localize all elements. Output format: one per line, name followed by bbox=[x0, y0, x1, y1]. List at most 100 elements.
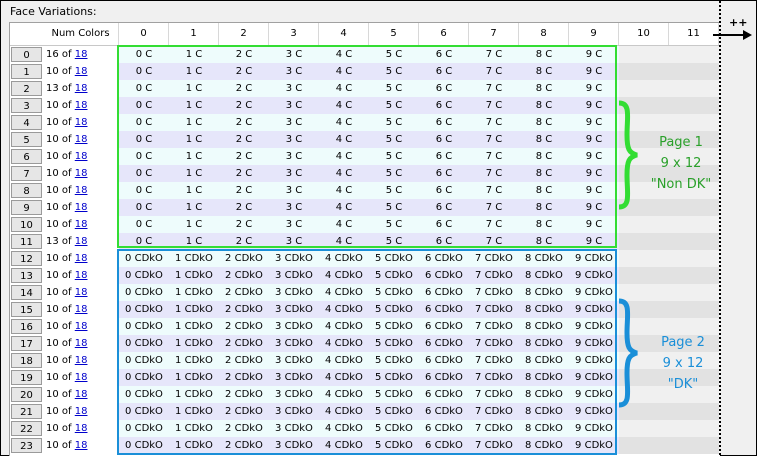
variation-cell[interactable]: 1 CDkO bbox=[169, 403, 219, 420]
variation-cell[interactable]: 4 CDkO bbox=[319, 301, 369, 318]
variation-cell[interactable]: 3 C bbox=[269, 46, 319, 63]
variation-cell[interactable]: 6 CDkO bbox=[419, 301, 469, 318]
row-header[interactable]: 9 bbox=[11, 200, 42, 215]
variation-cell[interactable]: 2 CDkO bbox=[219, 267, 269, 284]
variation-cell[interactable]: 9 CDkO bbox=[569, 250, 619, 267]
variation-cell[interactable]: 0 CDkO bbox=[119, 267, 169, 284]
column-header-5[interactable]: 5 bbox=[369, 23, 419, 45]
variation-cell[interactable]: 9 C bbox=[569, 80, 619, 97]
variation-cell[interactable]: 3 C bbox=[269, 63, 319, 80]
variation-cell[interactable]: 8 CDkO bbox=[519, 420, 569, 437]
variation-cell[interactable]: 8 C bbox=[519, 148, 569, 165]
variation-cell[interactable]: 1 CDkO bbox=[169, 386, 219, 403]
variation-cell[interactable]: 3 CDkO bbox=[269, 369, 319, 386]
variation-cell[interactable]: 9 C bbox=[569, 165, 619, 182]
variation-cell[interactable]: 8 C bbox=[519, 114, 569, 131]
variation-cell[interactable]: 7 C bbox=[469, 114, 519, 131]
variation-cell[interactable]: 2 C bbox=[219, 63, 269, 80]
variation-cell[interactable]: 6 C bbox=[419, 80, 469, 97]
empty-cell[interactable] bbox=[669, 267, 719, 284]
empty-cell[interactable] bbox=[669, 63, 719, 80]
variation-cell[interactable]: 1 CDkO bbox=[169, 284, 219, 301]
variation-cell[interactable]: 7 CDkO bbox=[469, 284, 519, 301]
variation-cell[interactable]: 4 C bbox=[319, 216, 369, 233]
variation-cell[interactable]: 9 CDkO bbox=[569, 301, 619, 318]
row-header[interactable]: 19 bbox=[11, 370, 42, 385]
variation-cell[interactable]: 5 CDkO bbox=[369, 403, 419, 420]
variation-cell[interactable]: 7 C bbox=[469, 63, 519, 80]
variation-cell[interactable]: 9 C bbox=[569, 97, 619, 114]
variation-cell[interactable]: 8 C bbox=[519, 233, 569, 250]
variation-cell[interactable]: 1 CDkO bbox=[169, 301, 219, 318]
variation-cell[interactable]: 5 CDkO bbox=[369, 250, 419, 267]
column-header-9[interactable]: 9 bbox=[569, 23, 619, 45]
variation-cell[interactable]: 2 C bbox=[219, 182, 269, 199]
variation-cell[interactable]: 9 C bbox=[569, 216, 619, 233]
variation-cell[interactable]: 1 C bbox=[169, 114, 219, 131]
row-header[interactable]: 3 bbox=[11, 98, 42, 113]
empty-cell[interactable] bbox=[669, 437, 719, 454]
variation-cell[interactable]: 4 CDkO bbox=[319, 420, 369, 437]
variation-cell[interactable]: 0 CDkO bbox=[119, 352, 169, 369]
variation-cell[interactable]: 8 CDkO bbox=[519, 386, 569, 403]
table-row[interactable]: 7 10 of 18 0 C1 C2 C3 C4 C5 C6 C7 C8 C9 C bbox=[10, 165, 720, 182]
variation-cell[interactable]: 0 C bbox=[119, 182, 169, 199]
variation-cell[interactable]: 1 C bbox=[169, 97, 219, 114]
variation-cell[interactable]: 7 C bbox=[469, 182, 519, 199]
row-header[interactable]: 17 bbox=[11, 336, 42, 351]
variation-cell[interactable]: 2 C bbox=[219, 131, 269, 148]
row-header[interactable]: 4 bbox=[11, 115, 42, 130]
empty-cell[interactable] bbox=[669, 199, 719, 216]
variation-cell[interactable]: 4 C bbox=[319, 233, 369, 250]
variation-cell[interactable]: 4 CDkO bbox=[319, 403, 369, 420]
column-header-8[interactable]: 8 bbox=[519, 23, 569, 45]
empty-cell[interactable] bbox=[669, 216, 719, 233]
variation-cell[interactable]: 3 CDkO bbox=[269, 420, 319, 437]
variation-cell[interactable]: 7 CDkO bbox=[469, 352, 519, 369]
total-colors-link[interactable]: 18 bbox=[75, 440, 88, 451]
variation-cell[interactable]: 9 CDkO bbox=[569, 386, 619, 403]
variation-cell[interactable]: 6 CDkO bbox=[419, 284, 469, 301]
empty-cell[interactable] bbox=[619, 80, 669, 97]
variation-cell[interactable]: 8 CDkO bbox=[519, 352, 569, 369]
total-colors-link[interactable]: 18 bbox=[75, 253, 88, 264]
variation-cell[interactable]: 9 C bbox=[569, 114, 619, 131]
variation-cell[interactable]: 8 C bbox=[519, 63, 569, 80]
empty-cell[interactable] bbox=[619, 420, 669, 437]
table-row[interactable]: 19 10 of 18 0 CDkO 1 CDkO 2 CDkO 3 CDkO 4 CDkO… bbox=[10, 369, 720, 386]
variation-cell[interactable]: 5 CDkO bbox=[369, 369, 419, 386]
variation-cell[interactable]: 4 C bbox=[319, 114, 369, 131]
variation-cell[interactable]: 9 CDkO bbox=[569, 267, 619, 284]
variation-cell[interactable]: 9 CDkO bbox=[569, 437, 619, 454]
column-header-2[interactable]: 2 bbox=[219, 23, 269, 45]
variation-cell[interactable]: 4 C bbox=[319, 148, 369, 165]
table-row[interactable]: 20 10 of 18 0 CDkO 1 CDkO 2 CDkO 3 CDkO 4 CDkO… bbox=[10, 386, 720, 403]
variation-cell[interactable]: 8 CDkO bbox=[519, 250, 569, 267]
table-row[interactable]: 3 10 of 18 0 C1 C2 C3 C4 C5 C6 C7 C8 C9 C bbox=[10, 97, 720, 114]
empty-cell[interactable] bbox=[619, 216, 669, 233]
variation-cell[interactable]: 0 CDkO bbox=[119, 250, 169, 267]
variation-cell[interactable]: 7 C bbox=[469, 216, 519, 233]
variation-cell[interactable]: 8 CDkO bbox=[519, 318, 569, 335]
variation-cell[interactable]: 2 CDkO bbox=[219, 284, 269, 301]
variation-cell[interactable]: 7 C bbox=[469, 131, 519, 148]
row-header[interactable]: 6 bbox=[11, 149, 42, 164]
variation-cell[interactable]: 7 CDkO bbox=[469, 369, 519, 386]
variation-cell[interactable]: 3 C bbox=[269, 233, 319, 250]
empty-cell[interactable] bbox=[669, 46, 719, 63]
variation-cell[interactable]: 3 C bbox=[269, 165, 319, 182]
row-header[interactable]: 5 bbox=[11, 132, 42, 147]
variation-cell[interactable]: 0 C bbox=[119, 148, 169, 165]
variation-cell[interactable]: 8 CDkO bbox=[519, 335, 569, 352]
variation-cell[interactable]: 8 CDkO bbox=[519, 301, 569, 318]
variation-cell[interactable]: 5 CDkO bbox=[369, 284, 419, 301]
variation-cell[interactable]: 0 CDkO bbox=[119, 284, 169, 301]
total-colors-link[interactable]: 18 bbox=[75, 168, 88, 179]
variation-cell[interactable]: 9 CDkO bbox=[569, 403, 619, 420]
variation-cell[interactable]: 7 C bbox=[469, 199, 519, 216]
variation-cell[interactable]: 6 CDkO bbox=[419, 386, 469, 403]
column-header-3[interactable]: 3 bbox=[269, 23, 319, 45]
variation-cell[interactable]: 7 CDkO bbox=[469, 403, 519, 420]
variation-cell[interactable]: 2 CDkO bbox=[219, 437, 269, 454]
table-row[interactable]: 17 10 of 18 0 CDkO 1 CDkO 2 CDkO 3 CDkO 4 CDkO… bbox=[10, 335, 720, 352]
